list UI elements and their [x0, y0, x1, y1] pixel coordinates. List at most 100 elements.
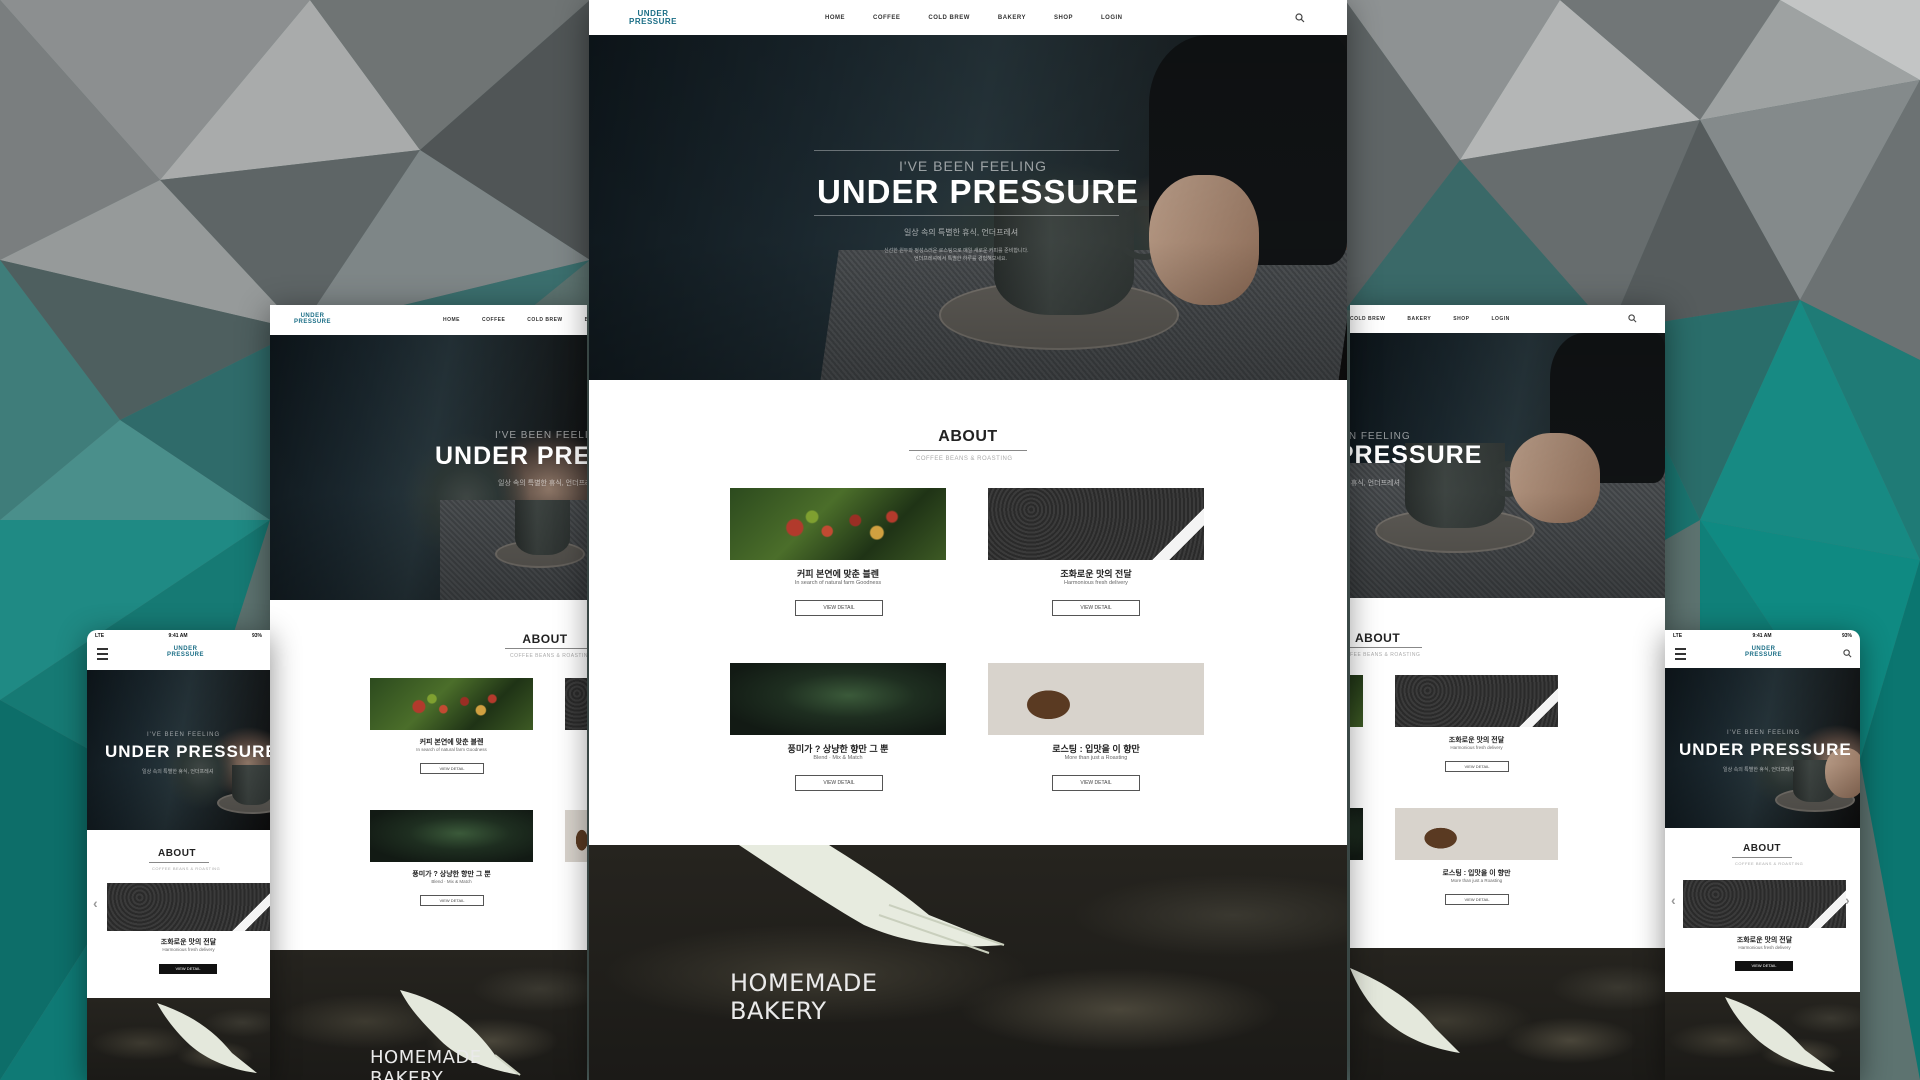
- hero-banner: I'VE BEEN FEELING UNDER PRESSURE 일상 속의 특…: [270, 335, 587, 600]
- hero-title: UNDER PRESSURE: [817, 173, 1140, 210]
- card-button-4[interactable]: VIEW DETAIL: [1052, 775, 1140, 791]
- tablet-mockup-right: COLD BREW BAKERY SHOP LOGIN I'VE BEEN FE…: [1350, 305, 1665, 1080]
- status-time: 9:41 AM: [1752, 633, 1772, 639]
- card-image-ground[interactable]: [1683, 880, 1846, 928]
- card-button-2[interactable]: VIEW DETAIL: [159, 964, 217, 974]
- card-button-1[interactable]: VIEW DETAIL: [420, 763, 484, 774]
- card-title-4: 로스팅 : 입맛을 이 향만: [1052, 744, 1140, 754]
- site-logo[interactable]: UNDER PRESSURE: [294, 313, 331, 325]
- search-icon[interactable]: [1295, 13, 1305, 23]
- nav-shop[interactable]: SHOP: [1453, 316, 1469, 322]
- card-desc-4: More than just a Roasting: [1450, 878, 1503, 883]
- card-button-3[interactable]: VIEW DETAIL: [420, 895, 484, 906]
- nav-menu: COLD BREW BAKERY SHOP LOGIN: [1350, 316, 1510, 322]
- hero-body-1: 신선한 원두와 정성스러운 로스팅으로 매일 새로운 커피를 준비합니다.: [884, 248, 1029, 254]
- card-image-ground[interactable]: [107, 883, 270, 931]
- nav-home[interactable]: HOME: [825, 15, 845, 21]
- site-logo[interactable]: UNDER PRESSURE: [167, 646, 204, 658]
- card-desc-3: Blend · Mix & Match: [431, 879, 472, 884]
- nav-coffee[interactable]: COFFEE: [873, 15, 900, 21]
- card-image-ground[interactable]: [988, 488, 1204, 560]
- menu-icon[interactable]: [97, 645, 108, 663]
- top-nav: UNDERPRESSURE HOME COFFEE COLD BREW BAKE…: [589, 0, 1347, 35]
- card-desc-3: Blend · Mix & Match: [813, 755, 863, 761]
- search-icon[interactable]: [1628, 314, 1637, 323]
- battery-label: 93%: [251, 633, 262, 639]
- nav-login[interactable]: LOGIN: [1491, 316, 1509, 322]
- card-image-beans[interactable]: [1350, 675, 1363, 727]
- nav-menu: HOME COFFEE COLD BREW BAKERY SHOP LOGIN: [825, 15, 1122, 21]
- card-button-4[interactable]: VIEW DETAIL: [1445, 894, 1509, 905]
- phone-mockup-right: LTE 9:41 AM 93% UNDER PRESSURE I'VE BEEN …: [1665, 630, 1860, 1080]
- about-divider: [1350, 647, 1422, 648]
- pastry-brush: [1725, 997, 1835, 1072]
- about-subtitle: COFFEE BEANS & ROASTING: [916, 456, 1013, 462]
- carrier-label: LTE: [95, 633, 105, 639]
- hero-subtitle: I'VE BEEN FEELING: [147, 732, 221, 738]
- card-title-4: 로스팅 : 입맛을 이 향만: [1442, 870, 1511, 877]
- card-button-2[interactable]: VIEW DETAIL: [1735, 961, 1793, 971]
- about-divider: [909, 450, 1027, 451]
- card-image-plant[interactable]: [730, 663, 946, 735]
- about-subtitle: COFFEE BEANS & ROASTING: [1735, 861, 1804, 866]
- search-icon[interactable]: [1843, 649, 1852, 658]
- nav-cold-brew[interactable]: COLD BREW: [1350, 316, 1385, 322]
- pastry-brush: [739, 845, 1005, 954]
- card-title-2: 조화로운 맛의 전달: [160, 939, 217, 946]
- card-image-ground[interactable]: [565, 678, 587, 730]
- card-image-plant[interactable]: [1350, 808, 1363, 860]
- card-image-beans[interactable]: [730, 488, 946, 560]
- card-image-cups[interactable]: [1395, 808, 1558, 860]
- carrier-label: LTE: [1673, 633, 1683, 639]
- hero-banner: I'VE BEEN FEELING UNDER PRESSURE 일상 속의 특…: [589, 35, 1347, 380]
- top-nav: UNDERPRESSURE HOME COFFEE COLD BREW BAKE…: [270, 305, 587, 335]
- nav-bakery[interactable]: BAKERY: [1407, 316, 1431, 322]
- nav-cold-brew[interactable]: COLD BREW: [527, 317, 562, 323]
- hero-body-2: 언더프레셔에서 특별한 하루를 경험해보세요.: [914, 256, 1007, 262]
- about-divider: [505, 648, 587, 649]
- card-image-beans[interactable]: [370, 678, 533, 730]
- nav-bakery[interactable]: BAKERY: [585, 317, 587, 323]
- site-logo[interactable]: UNDER PRESSURE: [1745, 646, 1782, 658]
- hero-tagline: 일상 속의 특별한 휴식, 언더프레셔: [498, 480, 587, 487]
- nav-login[interactable]: LOGIN: [1101, 15, 1123, 21]
- hero-tagline: 일상 속의 특별한 휴식, 언더프레셔: [1723, 767, 1795, 773]
- card-button-2[interactable]: VIEW DETAIL: [1445, 761, 1509, 772]
- nav-home[interactable]: HOME: [443, 317, 460, 323]
- site-logo[interactable]: UNDER PRESSURE: [629, 10, 677, 25]
- carousel-prev-icon[interactable]: ‹: [93, 895, 98, 911]
- card-button-1[interactable]: VIEW DETAIL: [795, 600, 883, 616]
- status-bar: LTE 9:41 AM 93%: [1665, 630, 1860, 642]
- hero-subtitle: I'VE BEEN FEELING: [899, 158, 1048, 174]
- card-image-plant[interactable]: [370, 810, 533, 862]
- hero-subtitle: I'VE BEEN FEELING: [495, 430, 587, 441]
- menu-icon[interactable]: [1675, 645, 1686, 663]
- nav-shop[interactable]: SHOP: [1054, 15, 1073, 21]
- hero-tagline: 일상 속의 특별한 휴식, 언더프레셔: [904, 228, 1019, 237]
- card-image-cups[interactable]: [988, 663, 1204, 735]
- card-button-2[interactable]: VIEW DETAIL: [1052, 600, 1140, 616]
- top-nav: COLD BREW BAKERY SHOP LOGIN: [1350, 305, 1665, 333]
- about-divider: [149, 862, 209, 863]
- card-desc-4: More than just a Roasting: [1064, 755, 1128, 761]
- nav-cold-brew[interactable]: COLD BREW: [928, 15, 970, 21]
- hero-rule-top: [814, 150, 1119, 151]
- card-image-cups[interactable]: [565, 810, 587, 862]
- card-image-ground[interactable]: [1395, 675, 1558, 727]
- nav-coffee[interactable]: COFFEE: [482, 317, 505, 323]
- card-desc-1: In search of natural farm Goodness: [416, 747, 487, 752]
- pastry-brush: [1350, 968, 1460, 1053]
- nav-bakery[interactable]: BAKERY: [998, 15, 1026, 21]
- card-title-3: 풍미가 ? 상냥한 향만 그 뿐: [787, 744, 889, 754]
- bakery-section: HOMEMADE BAKERY: [589, 845, 1347, 1080]
- card-desc-2: Harmonious fresh delivery: [1738, 945, 1791, 950]
- bakery-section: HOMEMADE BAKERY: [270, 950, 587, 1080]
- about-title: ABOUT: [938, 428, 998, 445]
- hero-title: UNDER PRESSURE: [435, 442, 587, 470]
- about-title: ABOUT: [522, 632, 568, 646]
- card-title-3: 풍미가 ? 상냥한 향만 그 뿐: [412, 871, 491, 878]
- carousel-prev-icon[interactable]: ‹: [1671, 892, 1676, 908]
- card-button-3[interactable]: VIEW DETAIL: [795, 775, 883, 791]
- hero-tagline: 일상 속의 특별한 휴식, 언더프레셔: [142, 769, 214, 775]
- about-subtitle: COFFEE BEANS & ROASTING: [152, 866, 221, 871]
